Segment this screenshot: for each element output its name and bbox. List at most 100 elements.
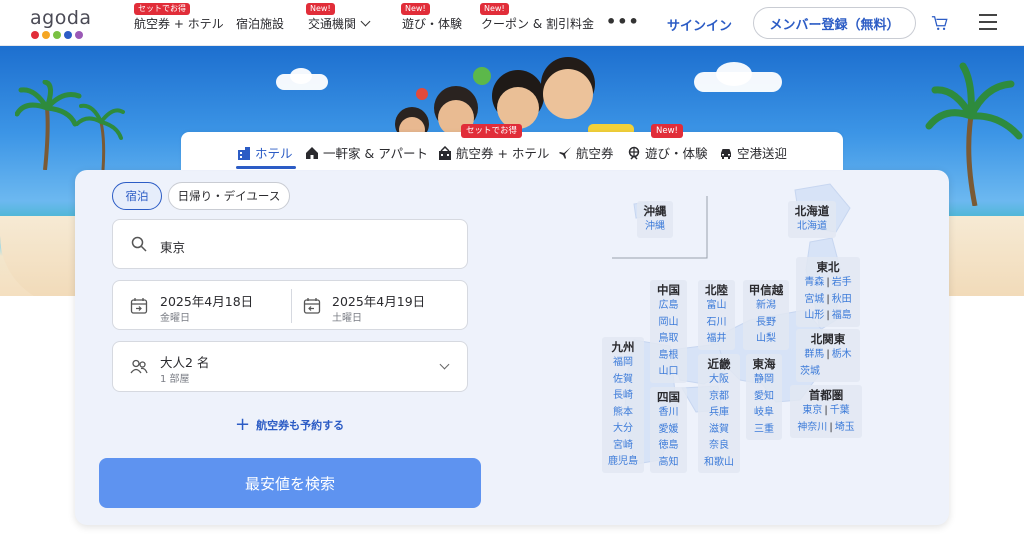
pref-link[interactable]: 青森 (804, 277, 824, 288)
tab-hotel-label: ホテル (255, 146, 293, 161)
nav-transport-label: 交通機関 (308, 17, 357, 31)
pref-link[interactable]: 宮城 (804, 294, 824, 305)
palm-tree-illustration (15, 80, 125, 170)
pref-link[interactable]: 高知 (650, 455, 687, 472)
pref-link[interactable]: 福井 (698, 331, 735, 348)
pref-link[interactable]: 福岡 (602, 355, 644, 372)
tab-badge-package: セットでお得 (461, 124, 523, 138)
add-flight-link[interactable]: + 航空券も予約する (235, 416, 345, 434)
japan-region-map: 沖縄 沖縄 北海道 北海道 東北 青森 | 岩手 宮城 | 秋田 山形 | 福島 中国 広島… (600, 180, 945, 510)
register-button[interactable]: メンバー登録（無料） (753, 7, 916, 39)
region-title: 首都圏 (808, 388, 844, 402)
nav-badge-activities: New! (401, 3, 430, 15)
pref-link[interactable]: 栃木 (832, 349, 852, 360)
pref-link[interactable]: 鹿児島 (602, 454, 644, 471)
region-shikoku: 四国 香川 愛媛 徳島 高知 (650, 387, 687, 473)
agoda-logo[interactable]: agoda (30, 7, 92, 41)
pref-link[interactable]: 広島 (650, 298, 687, 315)
signin-link[interactable]: サインイン (667, 15, 732, 34)
pref-link[interactable]: 大阪 (698, 372, 740, 389)
chevron-down-icon[interactable] (439, 359, 450, 370)
tab-house-apartment[interactable]: 一軒家 & アパート (305, 143, 428, 162)
pref-link[interactable]: 千葉 (830, 405, 850, 416)
cart-icon[interactable] (931, 14, 949, 32)
tab-activities-label: 遊び・体験 (645, 146, 708, 161)
nav-item-flight-hotel[interactable]: 航空券 + ホテル (134, 15, 224, 32)
region-kitakanto: 北関東 群馬 | 栃木 茨城 (796, 329, 860, 382)
pref-link[interactable]: 愛知 (746, 389, 782, 406)
calendar-checkin-icon (130, 298, 148, 314)
region-tokai: 東海 静岡 愛知 岐阜 三重 (746, 354, 782, 440)
pref-link[interactable]: 山梨 (743, 331, 789, 348)
tab-flight-hotel[interactable]: 航空券 + ホテル (438, 143, 549, 162)
active-tab-indicator (236, 166, 296, 169)
nav-item-transport[interactable]: 交通機関 (308, 15, 371, 32)
pref-link[interactable]: 静岡 (746, 372, 782, 389)
pref-link[interactable]: 沖縄 (637, 219, 673, 236)
chevron-down-icon (360, 16, 371, 27)
pref-link[interactable]: 兵庫 (698, 405, 740, 422)
pref-link[interactable]: 大分 (602, 421, 644, 438)
destination-field[interactable]: 東京 (112, 219, 468, 269)
logo-text: agoda (30, 7, 92, 29)
pref-link[interactable]: 鳥取 (650, 331, 687, 348)
pref-link[interactable]: 島根 (650, 348, 687, 365)
checkin-day: 金曜日 (160, 313, 190, 324)
region-title: 甲信越 (748, 283, 784, 297)
pref-link[interactable]: 岩手 (832, 277, 852, 288)
nav-item-coupons[interactable]: クーポン & 割引料金 (481, 15, 594, 32)
pref-link[interactable]: 長崎 (602, 388, 644, 405)
pref-link[interactable]: 北海道 (788, 219, 836, 236)
add-flight-label: 航空券も予約する (256, 419, 345, 432)
promo-people-illustration (395, 57, 634, 136)
pref-link[interactable]: 京都 (698, 389, 740, 406)
region-chugoku: 中国 広島 岡山 鳥取 島根 山口 (650, 280, 687, 383)
region-title: 東海 (752, 357, 776, 371)
pref-link[interactable]: 福島 (832, 310, 852, 321)
pref-link[interactable]: 山形 (804, 310, 824, 321)
tab-flights[interactable]: 航空券 (558, 143, 614, 162)
pref-link[interactable]: 徳島 (650, 438, 687, 455)
pref-link[interactable]: 佐賀 (602, 372, 644, 389)
pref-link[interactable]: 茨城 (796, 364, 860, 381)
pref-link[interactable]: 愛媛 (650, 422, 687, 439)
region-title: 東北 (816, 260, 840, 274)
pref-link[interactable]: 宮崎 (602, 438, 644, 455)
checkin-date[interactable]: 2025年4月18日 (160, 291, 253, 310)
destination-input[interactable]: 東京 (160, 237, 185, 256)
checkout-date[interactable]: 2025年4月19日 (332, 291, 425, 310)
pref-link[interactable]: 岐阜 (746, 405, 782, 422)
guests-field[interactable]: 大人2 名 1 部屋 (112, 341, 468, 392)
pref-link[interactable]: 和歌山 (698, 455, 740, 472)
region-okinawa: 沖縄 沖縄 (637, 201, 673, 238)
pref-link[interactable]: 埼玉 (835, 422, 855, 433)
pref-link[interactable]: 香川 (650, 405, 687, 422)
region-shutoken: 首都圏 東京 | 千葉 神奈川 | 埼玉 (790, 385, 862, 438)
nav-item-accommodation[interactable]: 宿泊施設 (236, 15, 284, 32)
tab-activities[interactable]: 遊び・体験 (627, 143, 708, 162)
pref-link[interactable]: 群馬 (804, 349, 824, 360)
search-panel: 宿泊 日帰り・デイユース 東京 2025年4月18日 金曜日 2025年4月19… (75, 170, 949, 525)
pref-link[interactable]: 富山 (698, 298, 735, 315)
tab-hotel[interactable]: ホテル (237, 143, 293, 162)
pref-link[interactable]: 神奈川 (797, 422, 827, 433)
pref-link[interactable]: 熊本 (602, 405, 644, 422)
more-menu-button[interactable]: ••• (606, 12, 640, 31)
tab-airport-transfer[interactable]: 空港送迎 (719, 143, 787, 162)
pref-link[interactable]: 三重 (746, 422, 782, 439)
pref-link[interactable]: 石川 (698, 315, 735, 332)
pref-link[interactable]: 東京 (802, 405, 822, 416)
stay-type-dayuse-toggle[interactable]: 日帰り・デイユース (168, 182, 290, 210)
pref-link[interactable]: 滋賀 (698, 422, 740, 439)
stay-type-overnight-toggle[interactable]: 宿泊 (112, 182, 162, 210)
nav-item-activities[interactable]: 遊び・体験 (402, 15, 462, 32)
pref-link[interactable]: 新潟 (743, 298, 789, 315)
pref-link[interactable]: 秋田 (832, 294, 852, 305)
date-range-field[interactable]: 2025年4月18日 金曜日 2025年4月19日 土曜日 (112, 280, 468, 330)
search-button[interactable]: 最安値を検索 (99, 458, 481, 508)
pref-link[interactable]: 山口 (650, 364, 687, 381)
pref-link[interactable]: 岡山 (650, 315, 687, 332)
pref-link[interactable]: 長野 (743, 315, 789, 332)
hamburger-menu-icon[interactable] (979, 14, 997, 30)
pref-link[interactable]: 奈良 (698, 438, 740, 455)
